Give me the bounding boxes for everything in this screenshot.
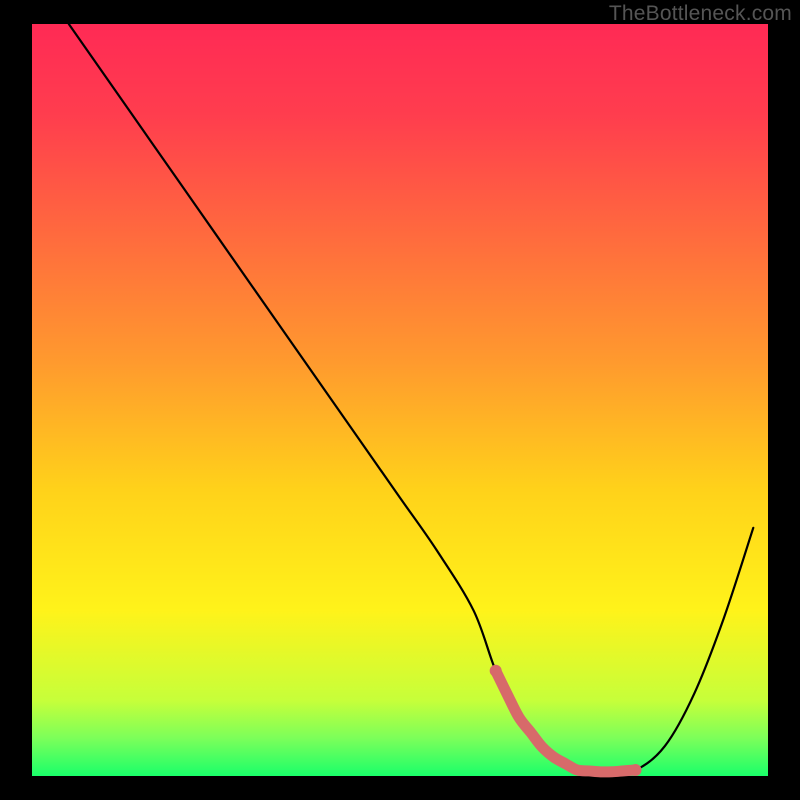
bottleneck-chart: TheBottleneck.com	[0, 0, 800, 800]
plot-background	[32, 24, 768, 776]
highlight-dot-left	[490, 665, 502, 677]
chart-svg	[0, 0, 800, 800]
watermark-text: TheBottleneck.com	[609, 2, 792, 26]
highlight-dot-right	[630, 764, 642, 776]
